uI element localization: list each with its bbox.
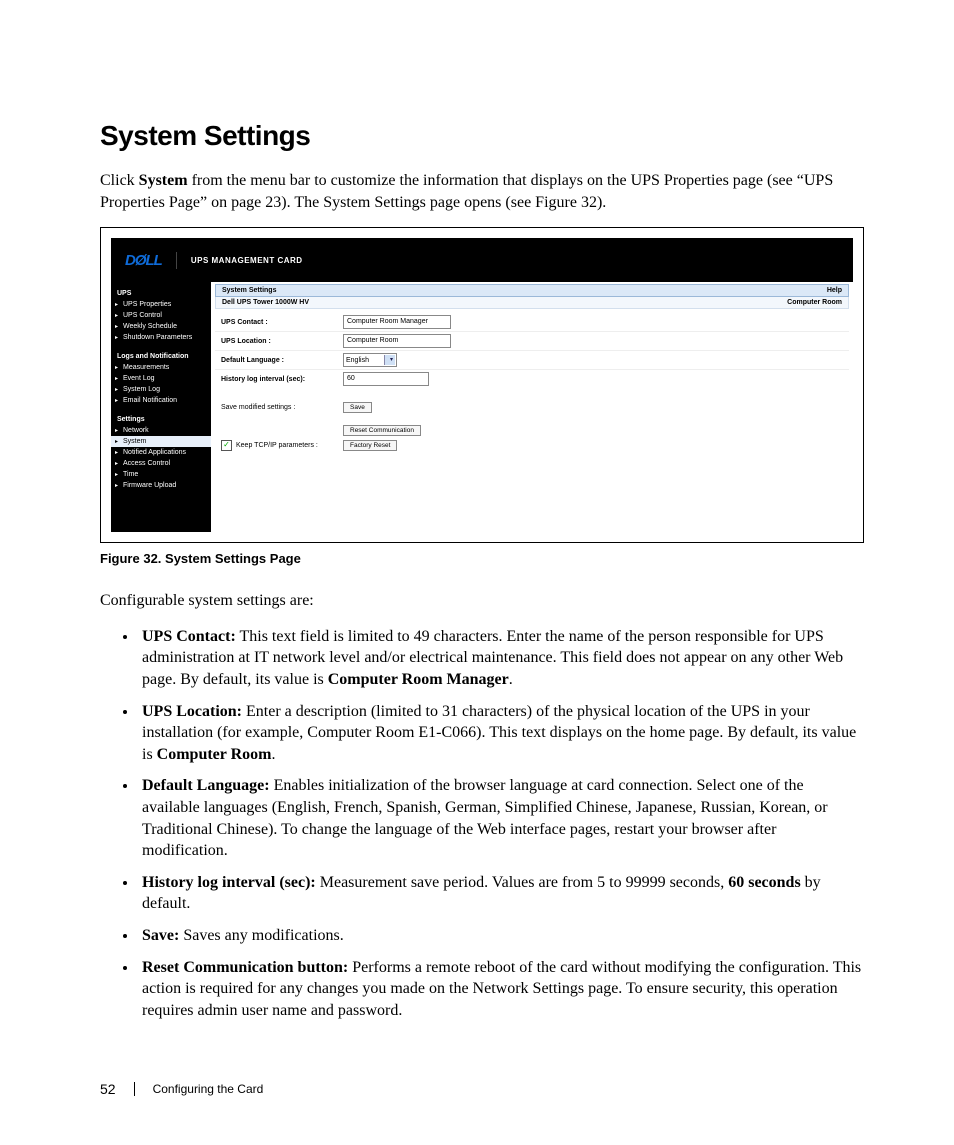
keep-tcpip-checkbox[interactable]: ✓ [221, 440, 232, 451]
screenshot-main: System Settings Help Dell UPS Tower 1000… [211, 282, 853, 532]
nav-event-log[interactable]: Event Log [111, 373, 211, 384]
bullet-ups-location: UPS Location: Enter a description (limit… [138, 701, 864, 766]
nav-section-logs: Logs and Notification [111, 349, 211, 362]
bullet-history-interval: History log interval (sec): Measurement … [138, 872, 864, 915]
device-name: Dell UPS Tower 1000W HV [222, 299, 309, 306]
nav-email-notification[interactable]: Email Notification [111, 395, 211, 406]
page-number: 52 [100, 1081, 116, 1097]
nav-ups-properties[interactable]: UPS Properties [111, 299, 211, 310]
bullet-reset-communication: Reset Communication button: Performs a r… [138, 957, 864, 1022]
screenshot-header: DØLL UPS MANAGEMENT CARD [111, 238, 853, 282]
intro-bold: System [139, 172, 188, 189]
ups-location-input[interactable]: Computer Room [343, 334, 451, 348]
device-location: Computer Room [787, 299, 842, 306]
nav-ups-control[interactable]: UPS Control [111, 310, 211, 321]
nav-time[interactable]: Time [111, 469, 211, 480]
bullet-default-language: Default Language: Enables initialization… [138, 775, 864, 861]
ups-location-label: UPS Location : [221, 338, 343, 345]
chevron-down-icon: ▾ [390, 356, 393, 363]
figure-caption: Figure 32. System Settings Page [100, 551, 864, 566]
b5-label: Save: [142, 927, 179, 944]
nav-system[interactable]: System [111, 436, 211, 447]
b4-label: History log interval (sec): [142, 874, 316, 891]
nav-measurements[interactable]: Measurements [111, 362, 211, 373]
history-interval-label: History log interval (sec): [221, 376, 343, 383]
default-language-select[interactable]: English ▾ [343, 353, 397, 367]
footer-separator [134, 1082, 135, 1096]
b1-label: UPS Contact: [142, 628, 236, 645]
nav-access-control[interactable]: Access Control [111, 458, 211, 469]
b6-label: Reset Communication button: [142, 959, 348, 976]
save-settings-label: Save modified settings : [221, 404, 343, 411]
b2-bold-end: Computer Room [157, 746, 272, 763]
nav-firmware-upload[interactable]: Firmware Upload [111, 480, 211, 491]
b1-bold-end: Computer Room Manager [328, 671, 509, 688]
b1-period: . [509, 671, 513, 688]
keep-tcpip-label: Keep TCP/IP parameters : [236, 442, 318, 449]
panel-header: System Settings Help [215, 284, 849, 297]
page-heading: System Settings [100, 120, 864, 152]
help-link[interactable]: Help [827, 287, 842, 294]
dell-logo: DØLL [125, 252, 177, 269]
factory-reset-button[interactable]: Factory Reset [343, 440, 397, 451]
figure-container: DØLL UPS MANAGEMENT CARD UPS UPS Propert… [100, 227, 864, 543]
screenshot-title: UPS MANAGEMENT CARD [191, 256, 303, 265]
footer-section: Configuring the Card [153, 1082, 264, 1096]
nav-weekly-schedule[interactable]: Weekly Schedule [111, 321, 211, 332]
save-button[interactable]: Save [343, 402, 372, 413]
sidebar-nav: UPS UPS Properties UPS Control Weekly Sc… [111, 282, 211, 532]
nav-network[interactable]: Network [111, 425, 211, 436]
ups-contact-input[interactable]: Computer Room Manager [343, 315, 451, 329]
b3-label: Default Language: [142, 777, 270, 794]
b2-label: UPS Location: [142, 703, 242, 720]
bullet-ups-contact: UPS Contact: This text field is limited … [138, 626, 864, 691]
b4-bold-end: 60 seconds [728, 874, 800, 891]
intro-prefix: Click [100, 172, 139, 189]
nav-notified-applications[interactable]: Notified Applications [111, 447, 211, 458]
nav-shutdown-parameters[interactable]: Shutdown Parameters [111, 332, 211, 343]
ups-contact-label: UPS Contact : [221, 319, 343, 326]
b4-text: Measurement save period. Values are from… [316, 874, 728, 891]
reset-communication-button[interactable]: Reset Communication [343, 425, 421, 436]
page-footer: 52 Configuring the Card [100, 1081, 864, 1097]
config-intro: Configurable system settings are: [100, 590, 864, 612]
panel-title: System Settings [222, 287, 276, 294]
nav-section-ups: UPS [111, 286, 211, 299]
intro-rest: from the menu bar to customize the infor… [100, 172, 833, 211]
b5-text: Saves any modifications. [179, 927, 343, 944]
bullet-list: UPS Contact: This text field is limited … [120, 626, 864, 1022]
history-interval-input[interactable]: 60 [343, 372, 429, 386]
default-language-label: Default Language : [221, 357, 343, 364]
screenshot: DØLL UPS MANAGEMENT CARD UPS UPS Propert… [111, 238, 853, 532]
nav-section-settings: Settings [111, 412, 211, 425]
nav-system-log[interactable]: System Log [111, 384, 211, 395]
bullet-save: Save: Saves any modifications. [138, 925, 864, 947]
intro-paragraph: Click System from the menu bar to custom… [100, 170, 864, 213]
b2-period: . [271, 746, 275, 763]
language-value: English [346, 357, 369, 364]
panel-subheader: Dell UPS Tower 1000W HV Computer Room [215, 297, 849, 309]
